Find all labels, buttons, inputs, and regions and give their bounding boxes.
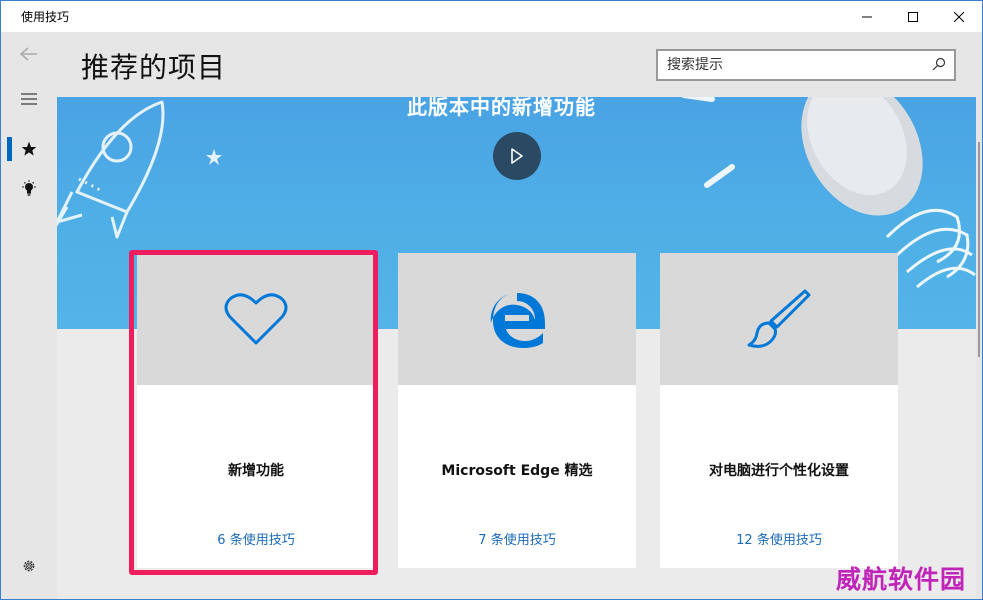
minimize-button[interactable] bbox=[844, 1, 890, 32]
minimize-icon bbox=[862, 16, 872, 17]
hamburger-menu-icon bbox=[21, 93, 37, 105]
edge-logo-icon bbox=[490, 293, 545, 348]
card-title: 对电脑进行个性化设置 bbox=[709, 463, 849, 479]
heart-icon bbox=[224, 293, 288, 345]
window-controls bbox=[844, 1, 982, 32]
scrollbar-thumb[interactable] bbox=[978, 142, 980, 357]
banner-title: 此版本中的新增功能 bbox=[407, 97, 596, 119]
search-icon[interactable] bbox=[932, 57, 946, 71]
card-tip-count[interactable]: 7 条使用技巧 bbox=[398, 529, 636, 548]
play-button[interactable] bbox=[493, 132, 541, 180]
search-box[interactable] bbox=[656, 49, 956, 81]
nav-item-tips[interactable] bbox=[1, 169, 57, 209]
window-title: 使用技巧 bbox=[21, 10, 70, 24]
maximize-icon bbox=[908, 11, 918, 22]
watermark: 威航软件园 bbox=[836, 565, 967, 594]
search-input[interactable] bbox=[667, 57, 917, 73]
page-title: 推荐的项目 bbox=[81, 51, 227, 84]
maximize-button[interactable] bbox=[890, 1, 936, 32]
paintbrush-icon bbox=[747, 289, 811, 348]
star-icon bbox=[21, 141, 37, 156]
card-title: Microsoft Edge 精选 bbox=[441, 463, 593, 479]
card-new-features[interactable]: 新增功能 6 条使用技巧 bbox=[137, 253, 375, 568]
hamburger-menu-button[interactable] bbox=[1, 79, 57, 119]
close-icon bbox=[954, 11, 964, 22]
nav-rail bbox=[1, 32, 57, 599]
settings-button[interactable] bbox=[1, 546, 57, 586]
close-button[interactable] bbox=[936, 1, 982, 32]
lightbulb-icon bbox=[22, 180, 36, 196]
card-title: 新增功能 bbox=[228, 463, 284, 479]
title-bar: 使用技巧 bbox=[1, 1, 982, 32]
app-window: 使用技巧 推荐的项目 搜索提示 此版本中的新增功能 新增功能 6 条使用技巧 M… bbox=[0, 0, 983, 600]
back-arrow-icon bbox=[20, 47, 37, 61]
card-personalize[interactable]: 对电脑进行个性化设置 12 条使用技巧 bbox=[660, 253, 898, 568]
vertical-scrollbar[interactable] bbox=[976, 32, 982, 599]
card-edge-picks[interactable]: Microsoft Edge 精选 7 条使用技巧 bbox=[398, 253, 636, 568]
back-button[interactable] bbox=[1, 34, 57, 74]
settings-gear-icon bbox=[23, 560, 35, 572]
card-image bbox=[137, 253, 375, 385]
card-image bbox=[660, 253, 898, 385]
page-header: 推荐的项目 bbox=[57, 32, 976, 97]
play-icon bbox=[511, 148, 523, 164]
card-tip-count[interactable]: 6 条使用技巧 bbox=[137, 529, 375, 548]
card-tip-count[interactable]: 12 条使用技巧 bbox=[660, 529, 898, 548]
nav-item-recommended[interactable] bbox=[1, 129, 57, 169]
card-image bbox=[398, 253, 636, 385]
